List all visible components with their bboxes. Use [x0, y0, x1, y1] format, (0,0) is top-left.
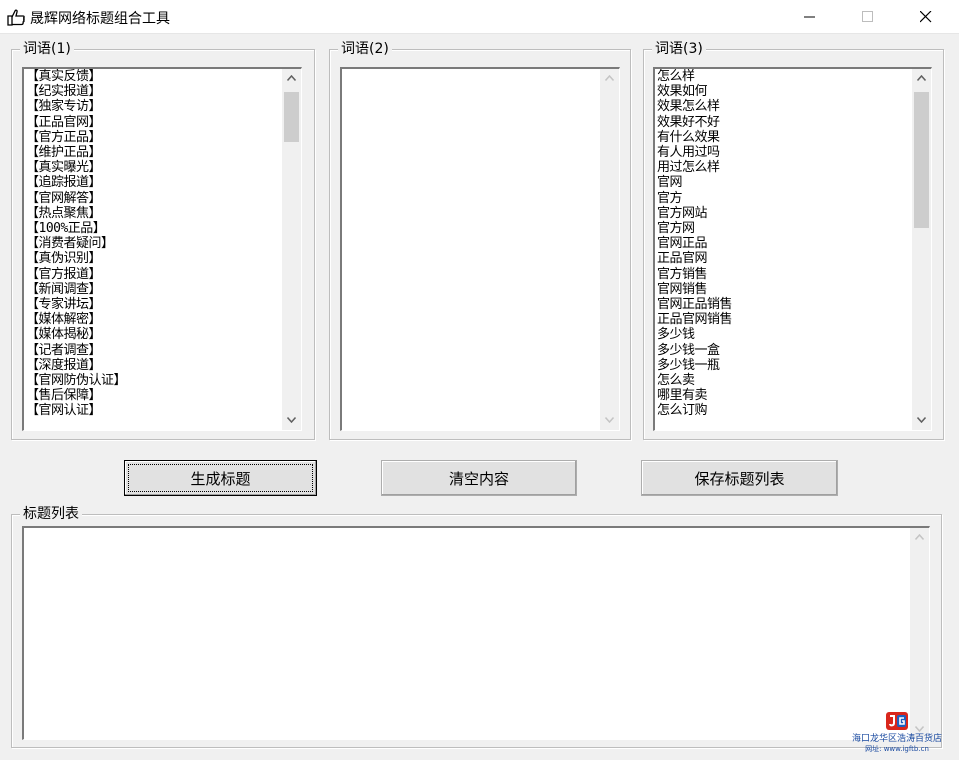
save-title-list-button[interactable]: 保存标题列表 — [641, 460, 838, 496]
scroll-thumb[interactable] — [284, 92, 299, 142]
title-list-scrollbar[interactable] — [910, 528, 929, 739]
list-item[interactable]: 多少钱一瓶 — [657, 358, 912, 373]
list-item[interactable]: 用过怎么样 — [657, 160, 912, 175]
scroll-up-button[interactable] — [910, 528, 929, 547]
words2-scrollbar[interactable] — [600, 69, 619, 430]
words2-items[interactable] — [344, 69, 600, 430]
scroll-up-button[interactable] — [600, 69, 619, 88]
jg-logo-icon — [886, 712, 908, 730]
list-item[interactable]: 【新闻调查】 — [26, 282, 282, 297]
close-button[interactable] — [903, 0, 949, 33]
list-item[interactable]: 【纪实报道】 — [26, 84, 282, 99]
list-item[interactable]: 官网正品销售 — [657, 297, 912, 312]
list-item[interactable]: 官方销售 — [657, 267, 912, 282]
list-item[interactable]: 【正品官网】 — [26, 115, 282, 130]
list-item[interactable]: 【官方正品】 — [26, 130, 282, 145]
maximize-icon — [862, 11, 873, 22]
list-item[interactable]: 官方 — [657, 191, 912, 206]
list-item[interactable]: 多少钱一盒 — [657, 343, 912, 358]
window-title: 晟辉网络标题组合工具 — [30, 11, 170, 27]
words1-group: 词语(1) 【真实反馈】 【纪实报道】 【独家专访】 【正品官网】 【官方正品】 【维护正… — [11, 40, 315, 440]
list-item[interactable]: 【真实曝光】 — [26, 160, 282, 175]
words1-scrollbar[interactable] — [282, 69, 301, 430]
words2-group: 词语(2) — [329, 40, 631, 440]
list-item[interactable]: 官网 — [657, 175, 912, 190]
watermark: 海口龙华区浩涛百货店 网址: www.igftb.cn — [847, 712, 947, 754]
chevron-down-icon — [287, 417, 296, 423]
clear-content-button[interactable]: 清空内容 — [381, 460, 577, 496]
list-item[interactable]: 官网销售 — [657, 282, 912, 297]
list-item[interactable]: 【追踪报道】 — [26, 175, 282, 190]
list-item[interactable]: 【售后保障】 — [26, 388, 282, 403]
words3-listbox[interactable]: 怎么样 效果如何 效果怎么样 效果好不好 有什么效果 有人用过吗 用过怎么样 官网 官方 官方网站… — [653, 67, 932, 431]
list-item[interactable]: 【官方报道】 — [26, 267, 282, 282]
words2-label: 词语(2) — [338, 40, 392, 58]
list-item[interactable]: 【消费者疑问】 — [26, 236, 282, 251]
title-bar[interactable]: 晟辉网络标题组合工具 — [0, 0, 959, 34]
scroll-up-button[interactable] — [282, 69, 301, 88]
list-item[interactable]: 效果怎么样 — [657, 99, 912, 114]
words3-group: 词语(3) 怎么样 效果如何 效果怎么样 效果好不好 有什么效果 有人用过吗 用过怎么样 官网… — [643, 40, 944, 440]
close-icon — [920, 11, 932, 23]
list-item[interactable]: 官方网站 — [657, 206, 912, 221]
pointing-hand-icon — [6, 7, 26, 27]
generate-titles-button[interactable]: 生成标题 — [124, 460, 317, 496]
list-item[interactable]: 正品官网 — [657, 251, 912, 266]
list-item[interactable]: 怎么样 — [657, 69, 912, 84]
title-list-label: 标题列表 — [20, 505, 82, 523]
list-item[interactable]: 【官网防伪认证】 — [26, 373, 282, 388]
chevron-down-icon — [605, 417, 614, 423]
scroll-down-button[interactable] — [600, 411, 619, 430]
list-item[interactable]: 【媒体解密】 — [26, 312, 282, 327]
words3-scrollbar[interactable] — [912, 69, 931, 430]
list-item[interactable]: 【独家专访】 — [26, 99, 282, 114]
list-item[interactable]: 【真伪识别】 — [26, 251, 282, 266]
list-item[interactable]: 多少钱 — [657, 327, 912, 342]
list-item[interactable]: 【真实反馈】 — [26, 69, 282, 84]
list-item[interactable]: 有什么效果 — [657, 130, 912, 145]
words3-label: 词语(3) — [652, 40, 706, 58]
list-item[interactable]: 【记者调查】 — [26, 343, 282, 358]
list-item[interactable]: 【深度报道】 — [26, 358, 282, 373]
chevron-up-icon — [605, 75, 614, 81]
scroll-thumb[interactable] — [914, 92, 929, 228]
words3-items[interactable]: 怎么样 效果如何 效果怎么样 效果好不好 有什么效果 有人用过吗 用过怎么样 官网 官方 官方网站… — [657, 69, 912, 430]
list-item[interactable]: 【专家讲坛】 — [26, 297, 282, 312]
list-item[interactable]: 效果好不好 — [657, 115, 912, 130]
words1-items[interactable]: 【真实反馈】 【纪实报道】 【独家专访】 【正品官网】 【官方正品】 【维护正品】 【真实曝… — [26, 69, 282, 430]
scroll-up-button[interactable] — [912, 69, 931, 88]
minimize-icon — [804, 16, 815, 18]
words1-listbox[interactable]: 【真实反馈】 【纪实报道】 【独家专访】 【正品官网】 【官方正品】 【维护正品】 【真实曝… — [22, 67, 302, 431]
list-item[interactable]: 【官网解答】 — [26, 191, 282, 206]
title-list-textarea[interactable] — [22, 526, 930, 740]
words1-label: 词语(1) — [20, 40, 74, 58]
watermark-line2: 网址: www.igftb.cn — [865, 745, 929, 753]
chevron-up-icon — [287, 75, 296, 81]
list-item[interactable]: 【官网认证】 — [26, 403, 282, 418]
scroll-down-button[interactable] — [912, 411, 931, 430]
watermark-line1: 海口龙华区浩涛百货店 — [851, 734, 942, 744]
list-item[interactable]: 哪里有卖 — [657, 388, 912, 403]
minimize-button[interactable] — [787, 0, 833, 33]
scroll-down-button[interactable] — [282, 411, 301, 430]
chevron-up-icon — [915, 534, 924, 540]
list-item[interactable]: 【100%正品】 — [26, 221, 282, 236]
list-item[interactable]: 【媒体揭秘】 — [26, 327, 282, 342]
words2-listbox[interactable] — [340, 67, 620, 431]
list-item[interactable]: 怎么订购 — [657, 403, 912, 418]
list-item[interactable]: 官网正品 — [657, 236, 912, 251]
title-list-items[interactable] — [26, 528, 910, 739]
list-item[interactable]: 正品官网销售 — [657, 312, 912, 327]
list-item[interactable]: 效果如何 — [657, 84, 912, 99]
maximize-button[interactable] — [845, 0, 891, 33]
chevron-up-icon — [917, 75, 926, 81]
list-item[interactable]: 怎么卖 — [657, 373, 912, 388]
title-list-group: 标题列表 — [11, 505, 942, 748]
list-item[interactable]: 官方网 — [657, 221, 912, 236]
list-item[interactable]: 有人用过吗 — [657, 145, 912, 160]
list-item[interactable]: 【热点聚焦】 — [26, 206, 282, 221]
chevron-down-icon — [917, 417, 926, 423]
list-item[interactable]: 【维护正品】 — [26, 145, 282, 160]
